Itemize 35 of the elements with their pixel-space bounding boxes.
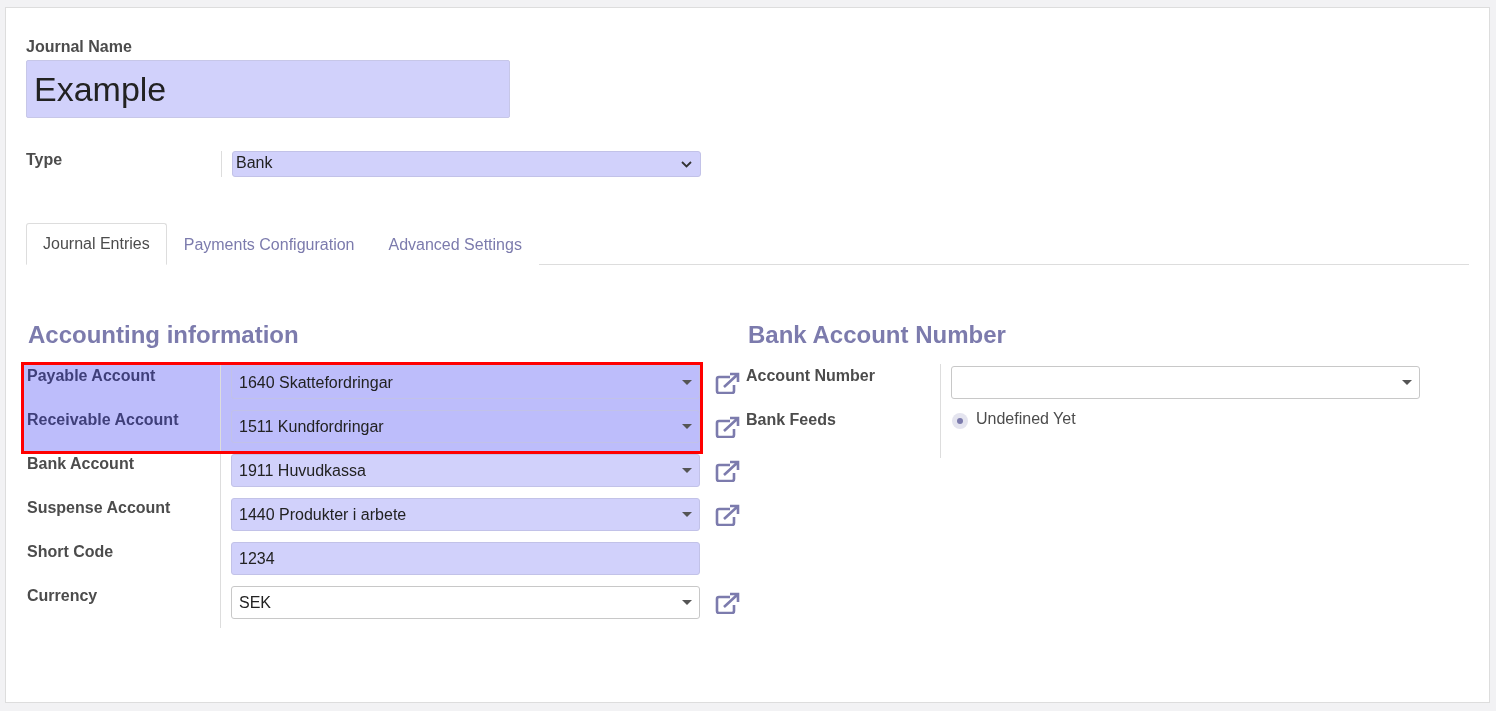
- external-link-icon[interactable]: [715, 416, 741, 438]
- external-link-icon[interactable]: [715, 372, 741, 394]
- journal-name-input[interactable]: Example: [26, 60, 510, 118]
- field-label: Payable Account: [26, 367, 157, 385]
- radio-label: Undefined Yet: [976, 410, 1076, 428]
- external-link-icon[interactable]: [715, 504, 741, 526]
- section-heading: Accounting information: [28, 321, 300, 349]
- field-label: Bank Feeds: [746, 411, 837, 429]
- caret-icon: [682, 512, 692, 518]
- field-label: Short Code: [26, 543, 115, 561]
- account-select[interactable]: 1640 Skattefordringar: [231, 366, 700, 399]
- caret-icon: [682, 468, 692, 474]
- section-heading: Bank Account Number: [748, 321, 1007, 349]
- caret-icon: [682, 600, 692, 606]
- field-label: Bank Account: [26, 455, 135, 473]
- field-label: Account Number: [746, 367, 876, 385]
- caret-icon: [682, 380, 692, 386]
- radio-button[interactable]: [952, 413, 968, 429]
- short-code-field[interactable]: 1234: [231, 542, 700, 575]
- field-label: Receivable Account: [26, 411, 180, 429]
- field-label: Suspense Account: [26, 499, 172, 517]
- field-label: Type: [26, 151, 64, 169]
- external-link-icon[interactable]: [715, 592, 741, 614]
- tab[interactable]: Journal Entries: [26, 223, 167, 265]
- chevron-down-icon: [681, 161, 692, 168]
- caret-icon: [682, 424, 692, 430]
- account-select[interactable]: 1911 Huvudkassa: [231, 454, 700, 487]
- external-link-icon[interactable]: [715, 460, 741, 482]
- account-select[interactable]: 1440 Produkter i arbete: [231, 498, 700, 531]
- field-label: Currency: [26, 587, 99, 605]
- field-label: Journal Name: [26, 38, 133, 56]
- type-select[interactable]: Bank: [232, 151, 701, 177]
- account-select[interactable]: 1511 Kundfordringar: [231, 410, 700, 443]
- caret-icon: [1402, 380, 1412, 386]
- account-select[interactable]: SEK: [231, 586, 700, 619]
